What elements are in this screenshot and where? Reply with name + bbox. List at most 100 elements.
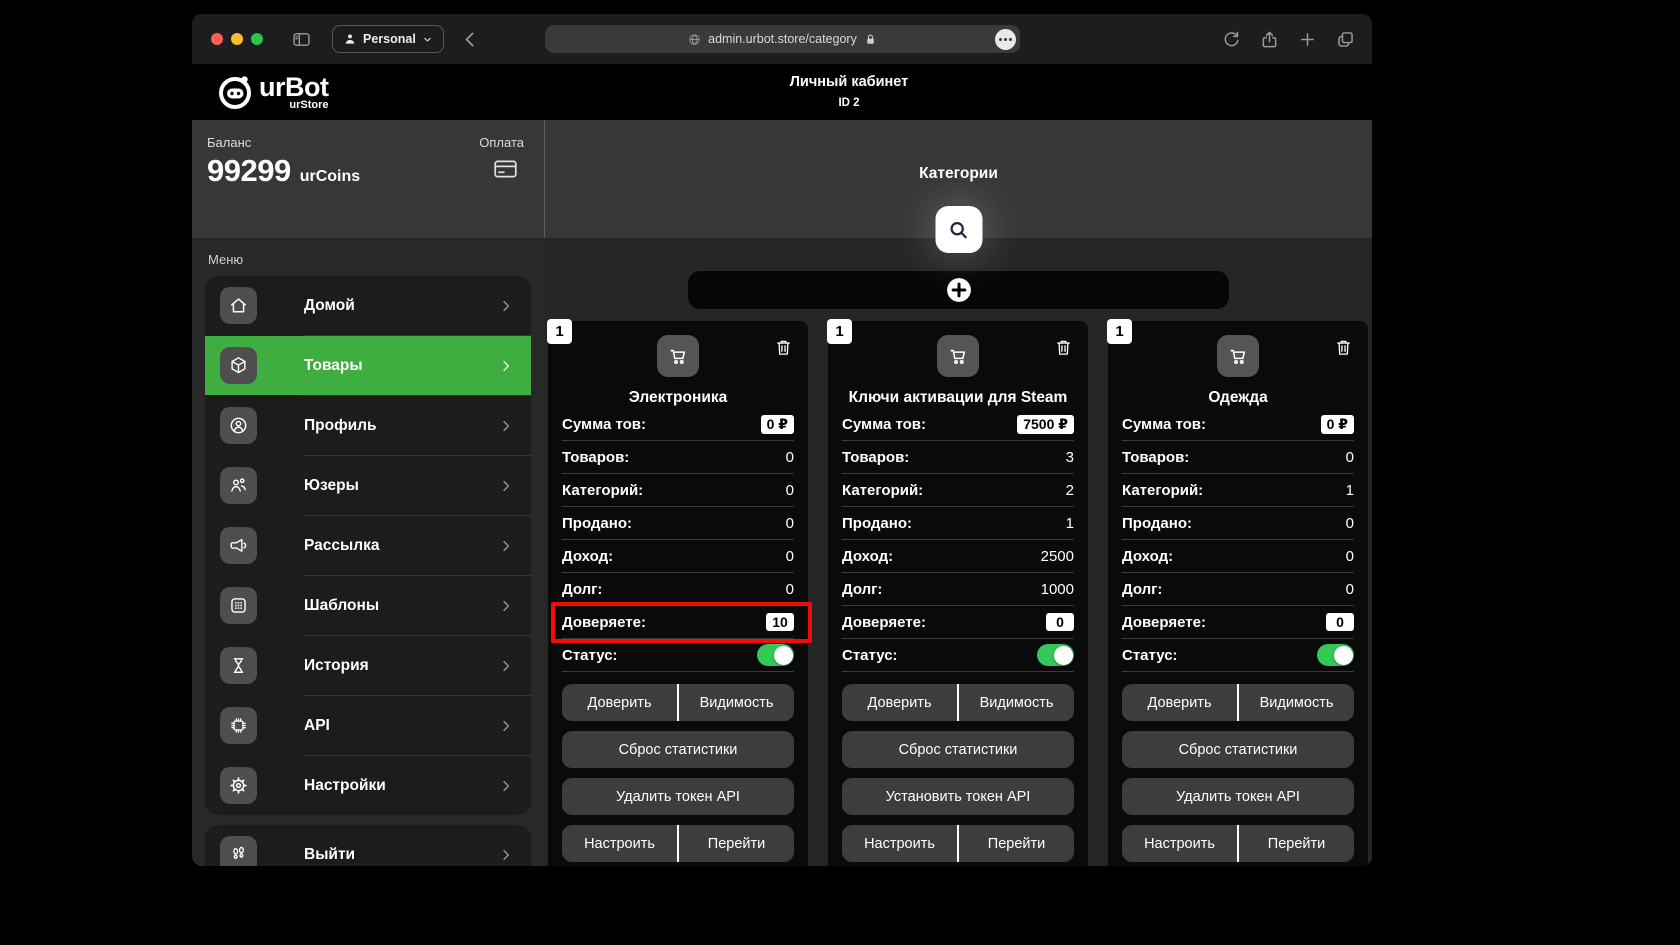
go-button[interactable]: Перейти — [679, 825, 794, 862]
trash-icon[interactable] — [1053, 337, 1074, 361]
trash-icon[interactable] — [1333, 337, 1354, 361]
main-header-strip: Категории — [545, 120, 1372, 238]
stat-label: Статус: — [842, 647, 898, 664]
sidebar-item-products[interactable]: Товары — [205, 336, 531, 395]
sidebar-item-label: Домой — [304, 297, 498, 315]
balance-label: Баланс — [207, 135, 526, 150]
sidebar-item-profile[interactable]: Профиль — [205, 396, 531, 455]
share-icon[interactable] — [1259, 29, 1280, 50]
chevron-right-icon — [498, 298, 514, 314]
logout-card: Выйти — [205, 825, 531, 866]
credit-card-icon[interactable] — [489, 156, 522, 182]
sidebar-item-home[interactable]: Домой — [205, 276, 531, 335]
sidebar-item-logout[interactable]: Выйти — [205, 825, 531, 866]
sidebar-item-api[interactable]: API — [205, 696, 531, 755]
sidebar-item-label: Юзеры — [304, 477, 498, 495]
stat-value: 1000 — [1041, 581, 1074, 598]
sidebar: Баланс 99299 urCoins Оплата Меню Домой То… — [192, 120, 545, 866]
trust-button[interactable]: Доверить — [562, 684, 677, 721]
stat-row: Продано:0 — [1122, 507, 1354, 540]
stat-row: Категорий:1 — [1122, 474, 1354, 507]
back-icon[interactable] — [460, 29, 481, 50]
reload-icon[interactable] — [1221, 29, 1242, 50]
main-area: Категории 1ЭлектроникаСумма тов:0 ₽Товар… — [545, 120, 1372, 866]
chevron-right-icon — [498, 598, 514, 614]
close-window-button[interactable] — [211, 33, 223, 45]
traffic-lights — [211, 33, 263, 45]
stat-label: Статус: — [562, 647, 618, 664]
sidebar-item-settings[interactable]: Настройки — [205, 756, 531, 815]
new-tab-icon[interactable] — [1297, 29, 1318, 50]
toggle-knob — [1334, 646, 1353, 665]
menu-label: Меню — [208, 252, 531, 267]
configure-button[interactable]: Настроить — [1122, 825, 1237, 862]
trash-icon[interactable] — [773, 337, 794, 361]
sidebar-item-label: История — [304, 657, 498, 675]
stat-value: 0 — [786, 515, 794, 532]
zoom-window-button[interactable] — [251, 33, 263, 45]
stat-row: Статус: — [842, 639, 1074, 672]
token-button[interactable]: Удалить токен API — [562, 778, 794, 815]
visibility-button[interactable]: Видимость — [959, 684, 1074, 721]
ellipsis-icon[interactable] — [995, 29, 1016, 50]
stat-row: Товаров:3 — [842, 441, 1074, 474]
token-button[interactable]: Установить токен API — [842, 778, 1074, 815]
configure-button[interactable]: Настроить — [842, 825, 957, 862]
stat-label: Продано: — [842, 515, 912, 532]
footprints-icon — [220, 836, 257, 866]
stat-value-badge: 0 ₽ — [1321, 415, 1354, 434]
trust-visibility-buttons: ДоверитьВидимость — [562, 684, 794, 721]
stat-row: Статус: — [1122, 639, 1354, 672]
status-toggle[interactable] — [757, 644, 794, 666]
add-category-button[interactable] — [688, 271, 1229, 309]
configure-button[interactable]: Настроить — [562, 825, 677, 862]
home-icon — [220, 287, 257, 324]
chevron-right-icon — [498, 418, 514, 434]
tabs-overview-icon[interactable] — [1335, 29, 1356, 50]
reset-stats-button[interactable]: Сброс статистики — [1122, 731, 1354, 768]
address-bar[interactable]: admin.urbot.store/category — [545, 25, 1020, 53]
card-title: Электроника — [562, 389, 794, 407]
card-index-badge: 1 — [1107, 319, 1132, 344]
stat-value: 2 — [1066, 482, 1074, 499]
stat-label: Категорий: — [1122, 482, 1203, 499]
sidebar-item-users[interactable]: Юзеры — [205, 456, 531, 515]
search-button[interactable] — [935, 206, 982, 253]
trust-button[interactable]: Доверить — [1122, 684, 1237, 721]
sidebar-toggle-icon[interactable] — [291, 29, 312, 50]
stat-row: Продано:0 — [562, 507, 794, 540]
cart-icon — [937, 335, 979, 377]
balance-panel: Баланс 99299 urCoins Оплата — [192, 120, 545, 238]
visibility-button[interactable]: Видимость — [679, 684, 794, 721]
stat-label: Сумма тов: — [1122, 416, 1206, 433]
go-button[interactable]: Перейти — [1239, 825, 1354, 862]
chevron-right-icon — [498, 847, 514, 863]
sidebar-item-history[interactable]: История — [205, 636, 531, 695]
card-stats: Сумма тов: 0 ₽ Товаров:0Категорий:1Продано… — [1122, 408, 1354, 672]
hourglass-icon — [220, 647, 257, 684]
stat-row: Долг:0 — [562, 573, 794, 606]
card-stats: Сумма тов:0 ₽Товаров:0Категорий:0Продано… — [562, 408, 794, 672]
page-title: Личный кабинет — [790, 74, 909, 90]
stat-label: Статус: — [1122, 647, 1178, 664]
profile-switcher-button[interactable]: Personal — [332, 25, 444, 53]
trust-button[interactable]: Доверить — [842, 684, 957, 721]
sidebar-item-templates[interactable]: Шаблоны — [205, 576, 531, 635]
stat-row: Товаров:0 — [1122, 441, 1354, 474]
urbot-logo[interactable]: urBot urStore — [216, 72, 328, 112]
stat-row: Доход:0 — [1122, 540, 1354, 573]
sidebar-item-broadcast[interactable]: Рассылка — [205, 516, 531, 575]
go-button[interactable]: Перейти — [959, 825, 1074, 862]
reset-stats-button[interactable]: Сброс статистики — [842, 731, 1074, 768]
stat-value: 0 — [1346, 581, 1354, 598]
reset-stats-button[interactable]: Сброс статистики — [562, 731, 794, 768]
stat-label: Доверяете: — [562, 614, 646, 631]
card-index-badge: 1 — [547, 319, 572, 344]
cart-icon — [657, 335, 699, 377]
status-toggle[interactable] — [1317, 644, 1354, 666]
token-button[interactable]: Удалить токен API — [1122, 778, 1354, 815]
stat-value: 0 — [786, 548, 794, 565]
minimize-window-button[interactable] — [231, 33, 243, 45]
status-toggle[interactable] — [1037, 644, 1074, 666]
visibility-button[interactable]: Видимость — [1239, 684, 1354, 721]
